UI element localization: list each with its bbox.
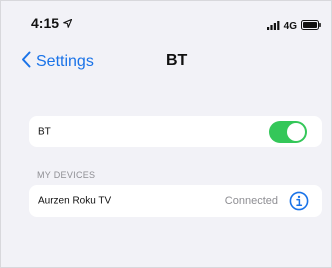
status-indicators: 4G <box>266 17 321 35</box>
device-name: Aurzen Roku TV <box>38 195 112 207</box>
device-status: Connected <box>224 195 278 207</box>
device-row[interactable]: Aurzen Roku TV Connected <box>29 185 322 217</box>
section-header-my-devices: MY DEVICES <box>37 170 96 180</box>
signal-bars-icon <box>266 17 280 35</box>
back-button[interactable]: Settings <box>21 51 94 73</box>
toggle-knob <box>287 122 305 141</box>
network-type: 4G <box>283 20 297 32</box>
page-title: BT <box>166 52 188 69</box>
chevron-left-icon <box>21 51 31 73</box>
back-label: Settings <box>36 53 94 70</box>
status-time: 4:15 <box>31 15 73 31</box>
status-time-text: 4:15 <box>31 15 60 31</box>
screen: 4:15 4G Settings BT BT MY DEVICES Aurzen… <box>0 0 332 268</box>
bluetooth-toggle[interactable] <box>269 120 307 143</box>
bluetooth-label: BT <box>38 126 51 137</box>
battery-icon <box>301 17 321 35</box>
info-icon[interactable] <box>289 191 309 211</box>
location-arrow-icon <box>63 15 73 31</box>
bluetooth-row: BT <box>29 116 322 147</box>
